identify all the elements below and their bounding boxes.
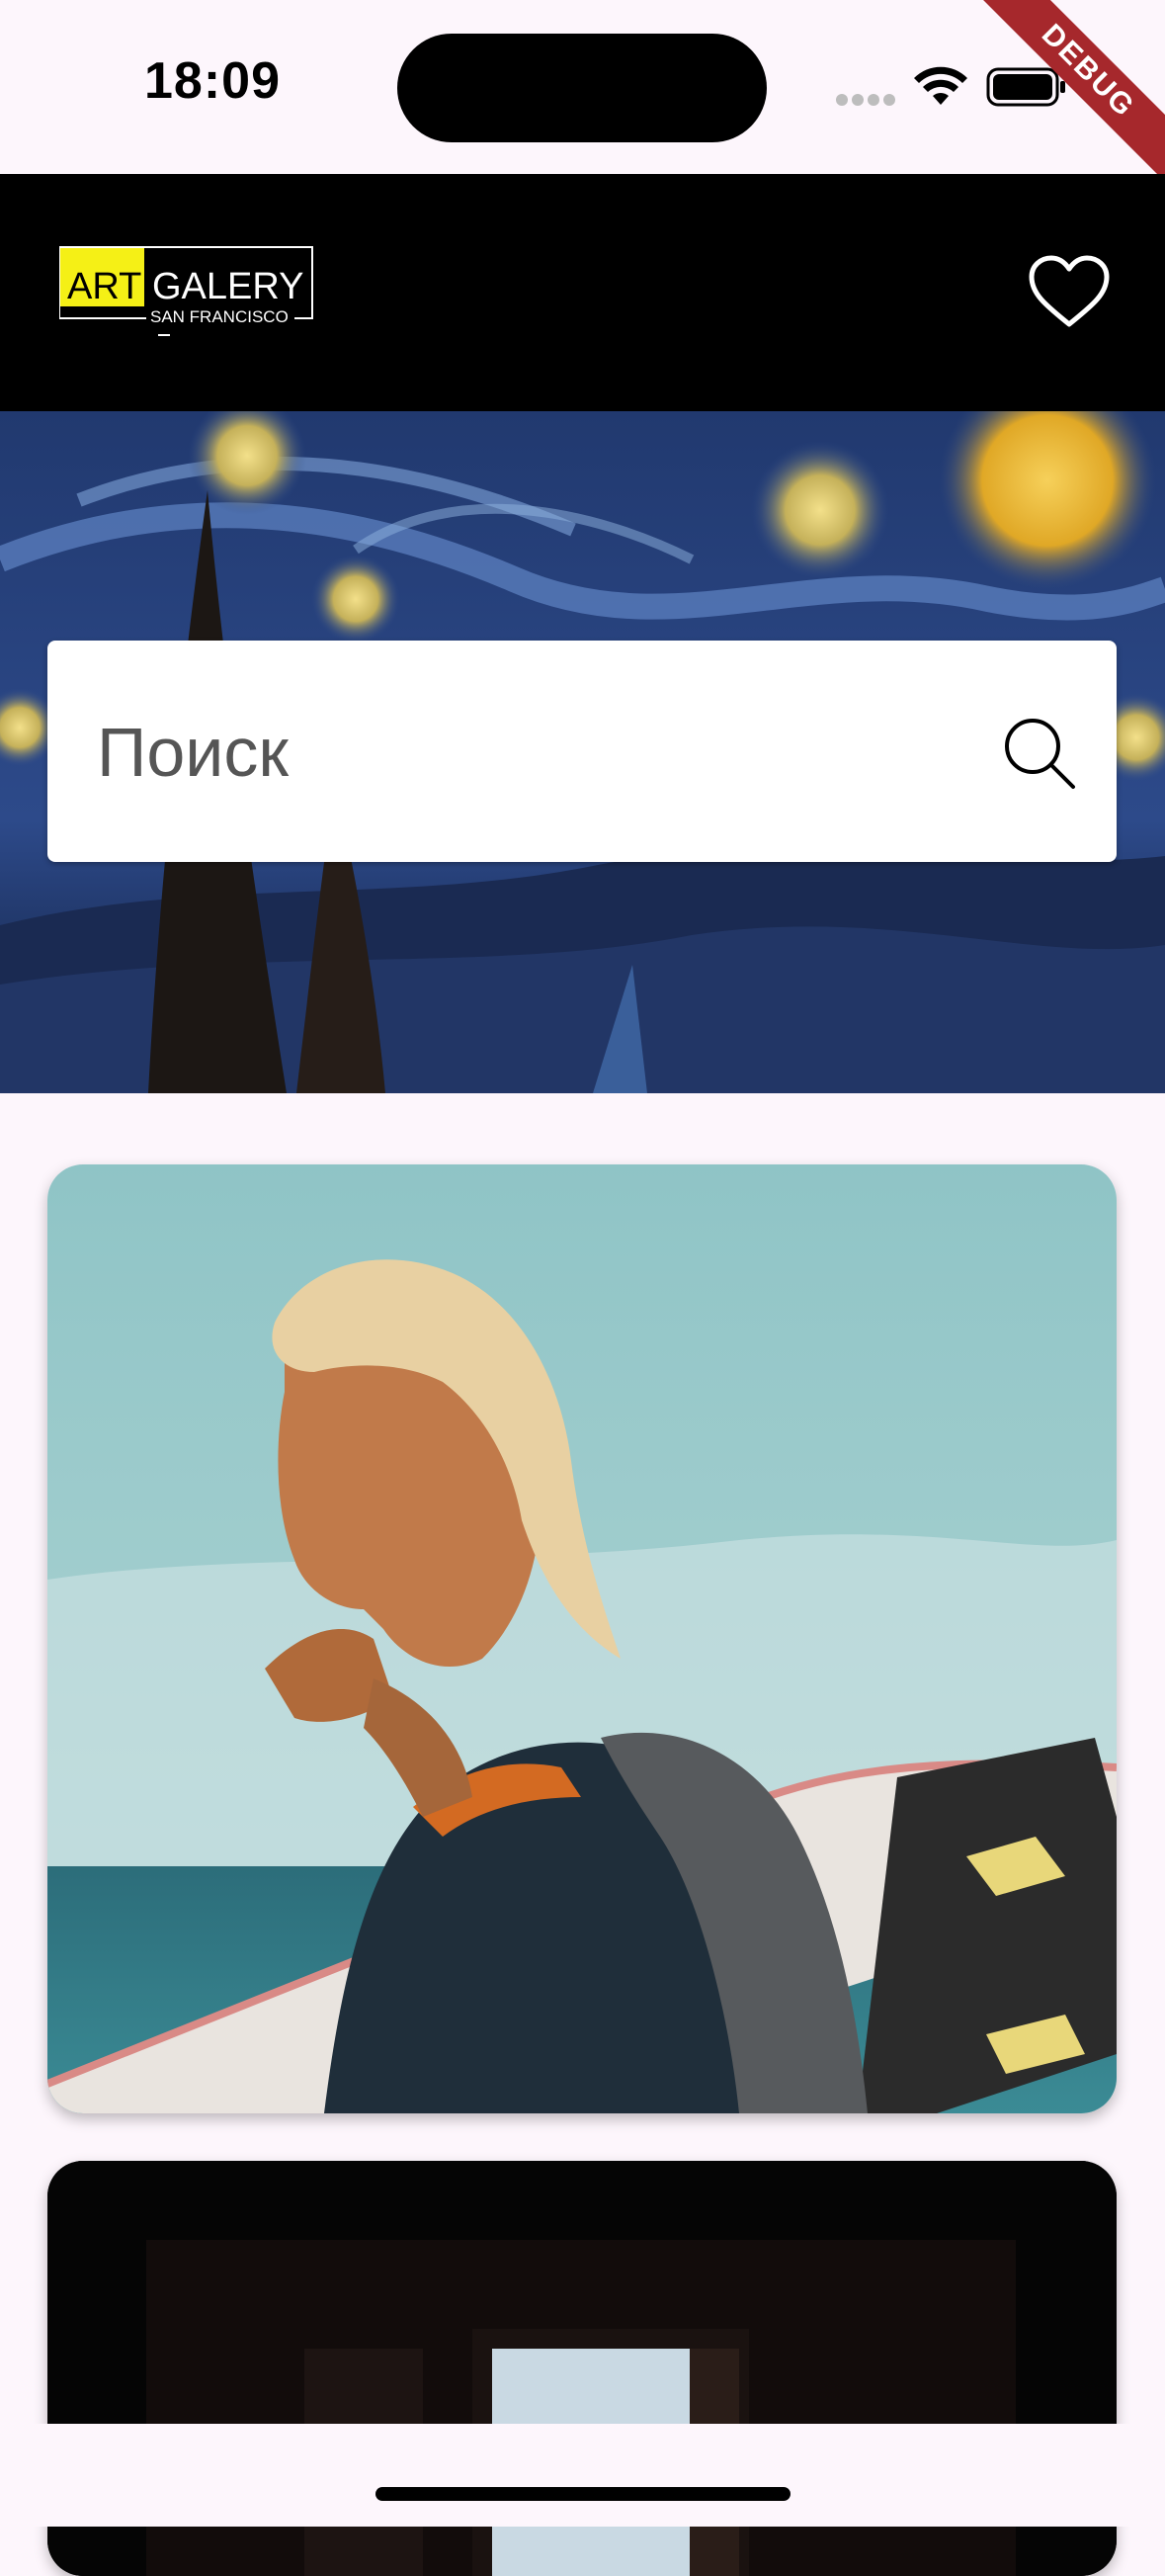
home-indicator-area [0, 2424, 1165, 2527]
home-indicator[interactable] [375, 2487, 791, 2501]
cellular-signal-icon [836, 93, 899, 111]
surfer-photo [47, 1164, 1117, 2113]
logo-word-art: ART [67, 266, 141, 307]
favorites-heart-icon[interactable] [1028, 255, 1111, 330]
status-bar: 18:09 DEBUG [0, 0, 1165, 186]
gallery-card[interactable] [47, 1164, 1117, 2113]
logo-word-galery: GALERY [152, 266, 303, 307]
wifi-icon [914, 66, 967, 105]
search-bar[interactable] [47, 641, 1117, 864]
search-input[interactable] [95, 641, 988, 864]
app-header: ART GALERY SAN FRANCISCO [0, 174, 1165, 411]
status-time: 18:09 [144, 52, 281, 110]
search-icon[interactable] [1002, 716, 1077, 791]
battery-icon [986, 67, 1065, 107]
art-galery-logo[interactable]: ART GALERY SAN FRANCISCO [59, 243, 316, 342]
logo-subtitle: SAN FRANCISCO [150, 307, 289, 326]
dynamic-island [397, 34, 767, 142]
